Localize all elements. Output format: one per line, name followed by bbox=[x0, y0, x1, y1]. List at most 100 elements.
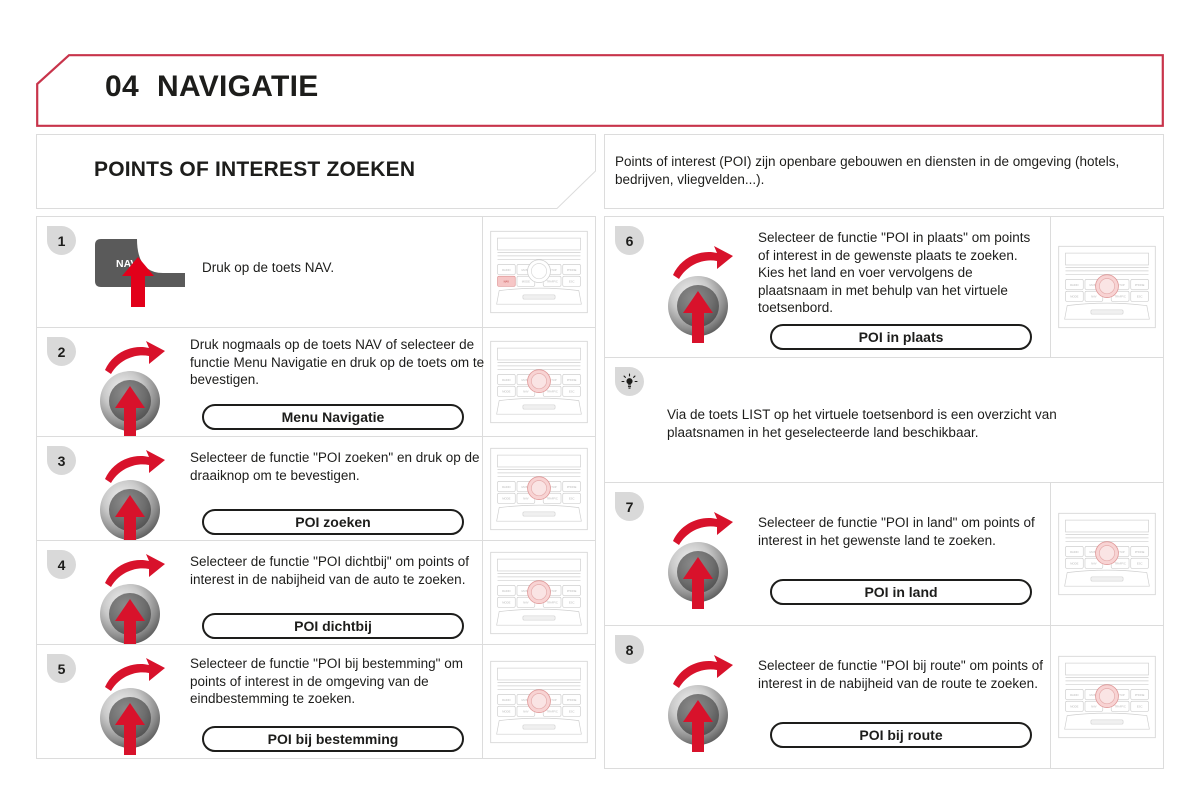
svg-text:PHONE: PHONE bbox=[567, 697, 577, 701]
function-pill[interactable]: POI zoeken bbox=[202, 509, 464, 535]
svg-text:PHONE: PHONE bbox=[567, 268, 577, 272]
svg-text:RADIO: RADIO bbox=[502, 697, 511, 701]
step-description: Druk nogmaals op de toets NAV of selecte… bbox=[190, 337, 485, 387]
svg-text:ESC: ESC bbox=[569, 280, 575, 284]
svg-text:ESC: ESC bbox=[569, 390, 575, 394]
svg-text:NAV: NAV bbox=[1091, 705, 1097, 709]
step-row: 2 Druk nogmaals op de toets NAV of selec… bbox=[36, 327, 596, 438]
svg-text:MODE: MODE bbox=[1070, 295, 1078, 299]
function-pill[interactable]: POI in land bbox=[770, 579, 1032, 605]
radio-thumbnail-cell: RADIO MUSIC SETUP PHONE MODE NAV TRAFFIC ESC bbox=[1050, 217, 1163, 357]
step-description: Selecteer de functie "POI in plaats" om … bbox=[758, 230, 1031, 315]
step-content: 8 Selecteer de functie "POI bij route" o… bbox=[605, 626, 1050, 768]
radio-panel-thumbnail: RADIO MUSIC SETUP PHONE MODE NAV TRAFFIC ESC bbox=[1058, 655, 1156, 739]
svg-text:NAV: NAV bbox=[523, 390, 529, 394]
left-column: 1 NAV Druk op de toets NAV. RADIO MUSIC … bbox=[36, 216, 596, 759]
step-description: Druk op de toets NAV. bbox=[202, 260, 335, 275]
radio-panel-thumbnail: RADIO MUSIC SETUP PHONE MODE NAV TRAFFIC ESC bbox=[1058, 245, 1156, 329]
step-description: Selecteer de functie "POI dichtbij" om p… bbox=[190, 554, 469, 587]
rotary-knob-illustration bbox=[657, 239, 739, 343]
svg-text:MODE: MODE bbox=[1070, 562, 1078, 566]
chapter-number: 04 bbox=[105, 70, 139, 103]
nav-key-illustration: NAV bbox=[89, 229, 191, 309]
tip-box: Via de toets LIST op het virtuele toetse… bbox=[604, 357, 1164, 483]
svg-text:NAV: NAV bbox=[1091, 562, 1097, 566]
step-row: 3 Selecteer de functie "POI zoeken" en d… bbox=[36, 436, 596, 547]
radio-panel-thumbnail: RADIO MUSIC SETUP PHONE MODE NAV TRAFFIC ESC bbox=[490, 660, 588, 743]
section-intro-panel: Points of interest (POI) zijn openbare g… bbox=[604, 134, 1164, 209]
svg-text:TRAFFIC: TRAFFIC bbox=[1114, 295, 1125, 299]
svg-text:RADIO: RADIO bbox=[1070, 550, 1079, 554]
svg-text:PHONE: PHONE bbox=[1135, 693, 1145, 697]
step-content: 7 Selecteer de functie "POI in land" om … bbox=[605, 483, 1050, 625]
svg-text:TRAFFIC: TRAFFIC bbox=[546, 600, 557, 604]
svg-text:MODE: MODE bbox=[502, 600, 510, 604]
svg-text:MODE: MODE bbox=[502, 496, 510, 500]
step-number-badge: 7 bbox=[615, 492, 644, 521]
light-bulb-icon bbox=[615, 367, 644, 396]
function-pill[interactable]: Menu Navigatie bbox=[202, 404, 464, 430]
svg-text:TRAFFIC: TRAFFIC bbox=[546, 496, 557, 500]
function-pill[interactable]: POI dichtbij bbox=[202, 613, 464, 639]
svg-text:TRAFFIC: TRAFFIC bbox=[546, 390, 557, 394]
step-content: 1 NAV Druk op de toets NAV. bbox=[37, 217, 482, 327]
step-content: 3 Selecteer de functie "POI zoeken" en d… bbox=[37, 437, 482, 547]
step-description: Selecteer de functie "POI zoeken" en dru… bbox=[190, 450, 480, 483]
svg-text:TRAFFIC: TRAFFIC bbox=[1114, 562, 1125, 566]
step-description: Selecteer de functie "POI bij route" om … bbox=[758, 658, 1043, 691]
svg-text:ESC: ESC bbox=[569, 496, 575, 500]
section-title: POINTS OF INTEREST ZOEKEN bbox=[94, 158, 416, 181]
step-number-badge: 1 bbox=[47, 226, 76, 255]
tip-text: Via de toets LIST op het virtuele toetse… bbox=[667, 407, 1057, 440]
step-row: 8 Selecteer de functie "POI bij route" o… bbox=[604, 625, 1164, 769]
svg-text:NAV: NAV bbox=[523, 709, 529, 713]
step-row: 7 Selecteer de functie "POI in land" om … bbox=[604, 482, 1164, 626]
svg-text:RADIO: RADIO bbox=[502, 588, 511, 592]
svg-text:TRAFFIC: TRAFFIC bbox=[1114, 705, 1125, 709]
rotary-knob-illustration bbox=[89, 651, 171, 755]
section-intro-text: Points of interest (POI) zijn openbare g… bbox=[615, 154, 1120, 187]
chapter-header: 04 NAVIGATIE bbox=[36, 54, 1164, 127]
step-row: 6 Selecteer de functie "POI in plaats" o… bbox=[604, 216, 1164, 358]
svg-text:PHONE: PHONE bbox=[567, 588, 577, 592]
svg-text:ESC: ESC bbox=[1137, 705, 1143, 709]
step-content: 5 Selecteer de functie "POI bij bestemmi… bbox=[37, 645, 482, 758]
rotary-knob-illustration bbox=[657, 648, 739, 752]
svg-text:RADIO: RADIO bbox=[502, 484, 511, 488]
rotary-knob-illustration bbox=[89, 547, 171, 651]
svg-text:RADIO: RADIO bbox=[1070, 693, 1079, 697]
step-number-badge: 6 bbox=[615, 226, 644, 255]
svg-text:NAV: NAV bbox=[1091, 295, 1097, 299]
rotary-knob-illustration bbox=[89, 443, 171, 547]
svg-text:RADIO: RADIO bbox=[1070, 283, 1079, 287]
step-number-badge: 8 bbox=[615, 635, 644, 664]
section-title-panel: POINTS OF INTEREST ZOEKEN bbox=[36, 134, 596, 209]
step-row: 1 NAV Druk op de toets NAV. RADIO MUSIC … bbox=[36, 216, 596, 328]
svg-text:ESC: ESC bbox=[1137, 295, 1143, 299]
step-description: Selecteer de functie "POI bij bestemming… bbox=[190, 656, 463, 706]
function-pill[interactable]: POI in plaats bbox=[770, 324, 1032, 350]
rotary-knob-illustration bbox=[89, 334, 171, 438]
svg-text:NAV: NAV bbox=[504, 280, 510, 284]
rotary-knob-illustration bbox=[657, 505, 739, 609]
step-number-badge: 5 bbox=[47, 654, 76, 683]
radio-panel-thumbnail: RADIO MUSIC SETUP PHONE MODE NAV TRAFFIC ESC bbox=[1058, 512, 1156, 596]
svg-text:PHONE: PHONE bbox=[1135, 550, 1145, 554]
radio-panel-thumbnail: RADIO MUSIC SETUP PHONE MODE TRAFFIC ESC NA… bbox=[490, 230, 588, 314]
function-pill[interactable]: POI bij route bbox=[770, 722, 1032, 748]
svg-text:RADIO: RADIO bbox=[502, 268, 511, 272]
step-content: 6 Selecteer de functie "POI in plaats" o… bbox=[605, 217, 1050, 357]
step-content: 2 Druk nogmaals op de toets NAV of selec… bbox=[37, 328, 484, 438]
svg-text:ESC: ESC bbox=[1137, 562, 1143, 566]
svg-text:TRAFFIC: TRAFFIC bbox=[546, 280, 557, 284]
svg-text:MODE: MODE bbox=[1070, 705, 1078, 709]
svg-text:NAV: NAV bbox=[523, 600, 529, 604]
step-row: 4 Selecteer de functie "POI dichtbij" om… bbox=[36, 540, 596, 651]
chapter-name: NAVIGATIE bbox=[156, 70, 319, 103]
svg-text:MODE: MODE bbox=[502, 709, 510, 713]
function-pill[interactable]: POI bij bestemming bbox=[202, 726, 464, 752]
step-number-badge: 4 bbox=[47, 550, 76, 579]
page-title: 04 NAVIGATIE bbox=[105, 70, 319, 104]
step-description: Selecteer de functie "POI in land" om po… bbox=[758, 515, 1035, 548]
svg-text:MODE: MODE bbox=[502, 390, 510, 394]
